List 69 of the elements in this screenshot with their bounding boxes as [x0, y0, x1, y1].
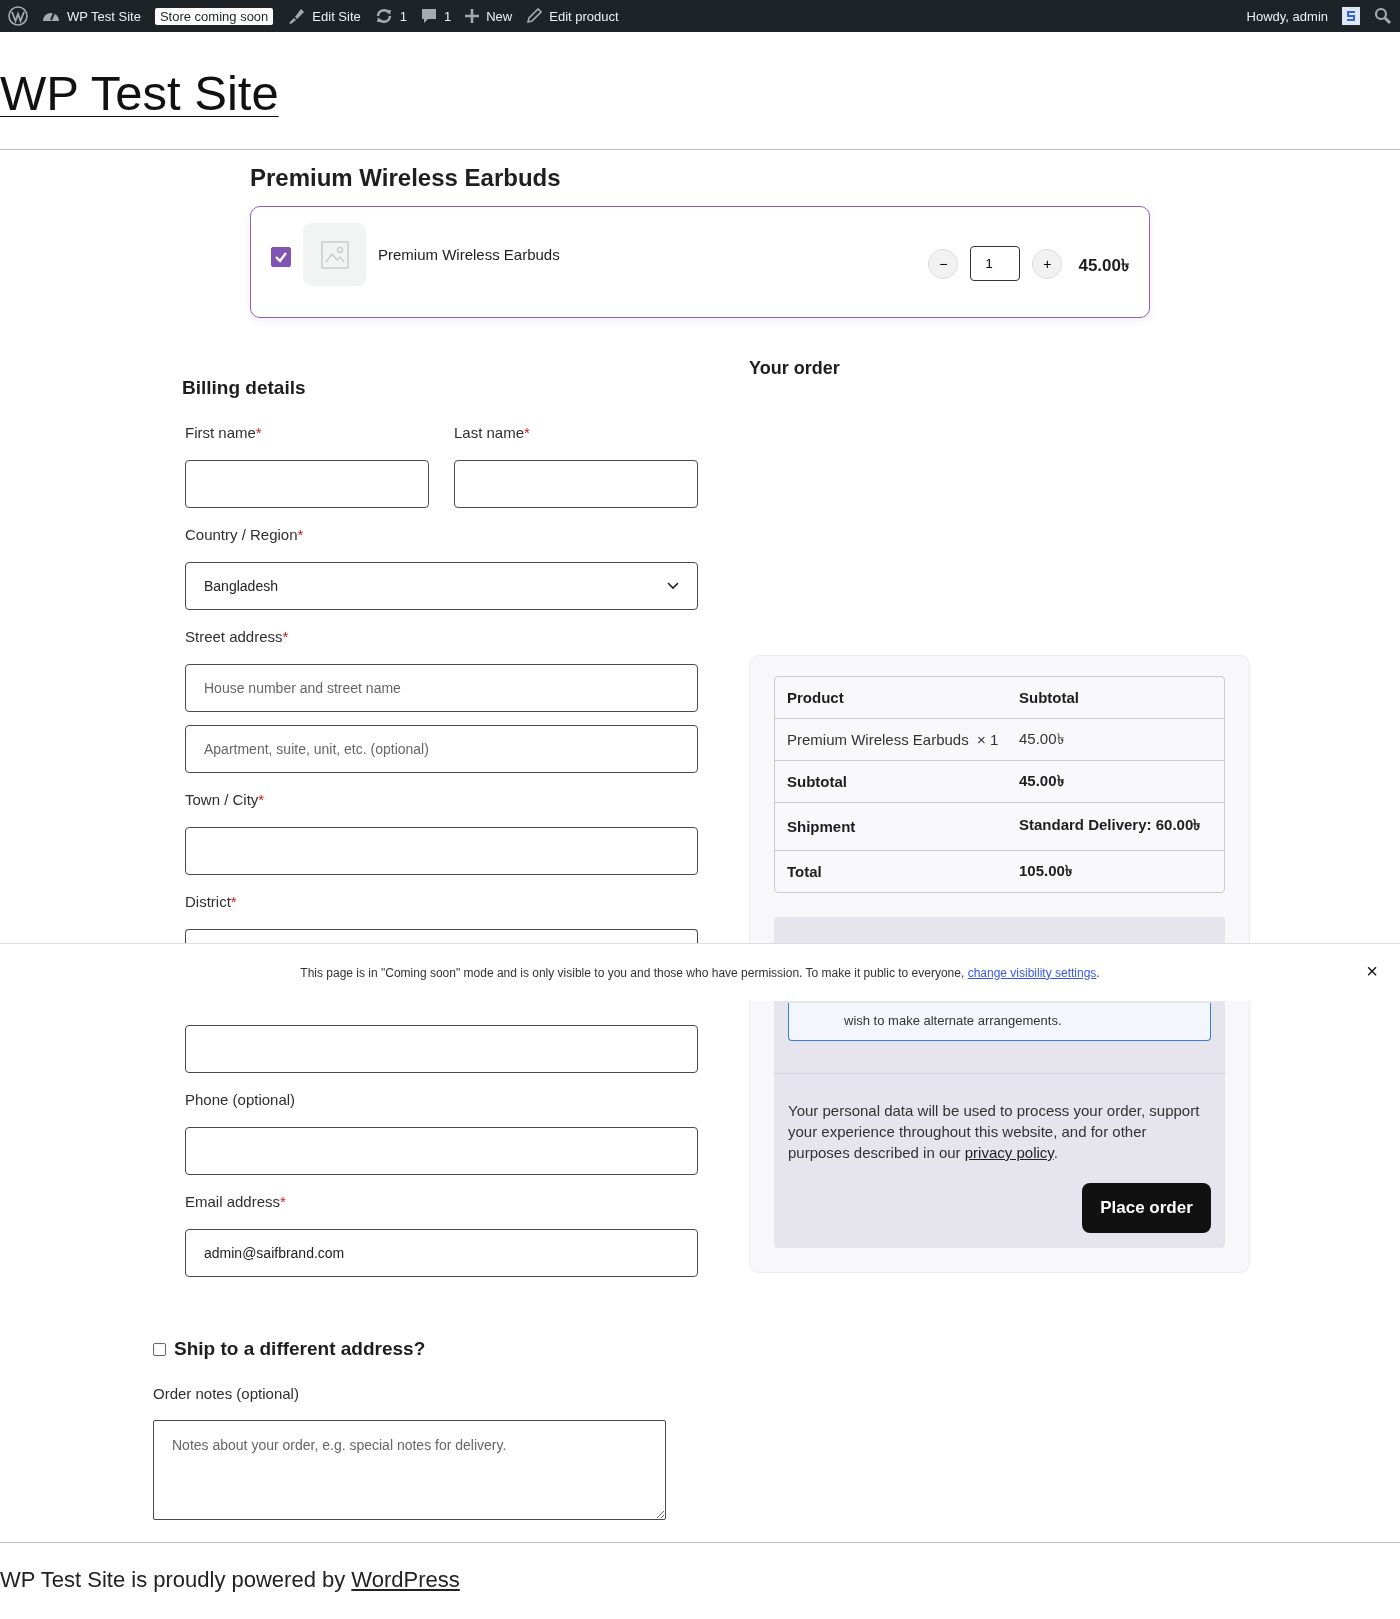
- privacy-notice: Your personal data will be used to process your order, support your experience throughout this website, and for other purposes described in our privacy policy.: [788, 1101, 1201, 1163]
- plus-icon: [465, 9, 480, 23]
- refresh-icon: [374, 7, 393, 25]
- order-notes-field[interactable]: Notes about your order, e.g. special notes for delivery.: [153, 1420, 666, 1520]
- toolbar-item[interactable]: 1: [421, 8, 452, 24]
- table-cell-text: Shipment: [787, 818, 857, 835]
- toolbar-item[interactable]: New: [465, 8, 513, 24]
- input-field[interactable]: [185, 1127, 698, 1175]
- site-title[interactable]: WP Test Site: [0, 64, 279, 121]
- input-field[interactable]: [185, 929, 698, 943]
- input-field[interactable]: Apartment, suite, unit, etc. (optional): [185, 725, 698, 773]
- input-field[interactable]: [185, 1025, 698, 1073]
- field-label: District*: [185, 892, 238, 912]
- input-field[interactable]: admin@saifbrand.com: [185, 1229, 698, 1277]
- field-label: Email address*: [185, 1192, 287, 1212]
- section-heading: Premium Wireless Earbuds: [250, 164, 562, 192]
- checkmark-icon: [274, 250, 288, 264]
- close-button[interactable]: ×: [1362, 960, 1382, 983]
- input-field[interactable]: [185, 827, 698, 875]
- field-label: Country / Region*: [185, 525, 305, 545]
- column-header: Subtotal: [1019, 689, 1080, 706]
- notice-text: This page is in "Coming soon" mode and is only visible to you and those who have permission. To make it public to everyone, change visibility settings.: [300, 965, 1100, 980]
- pencil-icon: [526, 8, 543, 24]
- decrease-button[interactable]: −: [928, 249, 959, 279]
- table-cell-text: Total: [787, 863, 823, 880]
- field-label: Last name*: [454, 423, 531, 443]
- toolbar-item[interactable]: Edit product: [526, 8, 619, 24]
- privacy-policy-link[interactable]: privacy policy: [964, 1144, 1054, 1161]
- field-label: Order notes (optional): [153, 1384, 300, 1404]
- table-cell-text: Premium Wireless Earbuds × 1: [787, 731, 1000, 748]
- store-status-badge[interactable]: Store coming soon: [154, 7, 274, 25]
- toolbar-item[interactable]: 1: [374, 7, 407, 25]
- product-checkbox[interactable]: [271, 247, 291, 267]
- checkbox[interactable]: [153, 1342, 166, 1356]
- toolbar-item[interactable]: Edit Site: [287, 7, 361, 25]
- input-field[interactable]: [454, 460, 698, 508]
- product-name: Premium Wireless Earbuds: [378, 246, 560, 263]
- section-heading: Billing details: [182, 377, 307, 399]
- search-icon[interactable]: [1374, 7, 1392, 25]
- comment-icon: [421, 8, 437, 24]
- input-field[interactable]: House number and street name: [185, 664, 698, 712]
- payment-description: wish to make alternate arrangements.: [844, 1013, 1062, 1028]
- table-cell-text: 45.00৳: [1019, 729, 1065, 749]
- increase-button[interactable]: +: [1032, 249, 1063, 279]
- field-label: First name*: [185, 423, 263, 443]
- table-cell-text: 105.00৳: [1019, 861, 1073, 881]
- column-header: Product: [787, 689, 845, 706]
- wordpress-link[interactable]: WordPress: [351, 1567, 460, 1592]
- field-label: Town / City*: [185, 790, 266, 810]
- chevron-down-icon: [667, 582, 679, 590]
- field-label: Phone (optional): [185, 1090, 297, 1110]
- table-cell-text: 45.00৳: [1019, 771, 1065, 791]
- account-menu[interactable]: Howdy, admin: [1246, 8, 1328, 24]
- place-order-button[interactable]: Place order: [1082, 1183, 1211, 1233]
- brush-icon: [287, 7, 306, 25]
- table-cell-text: Subtotal: [787, 773, 848, 790]
- input-field[interactable]: [185, 460, 429, 508]
- ship-different-address-label[interactable]: Ship to a different address?: [174, 1338, 426, 1360]
- table-cell-text: Standard Delivery: 60.00৳: [1019, 815, 1202, 835]
- quantity-field[interactable]: 1: [970, 246, 1021, 281]
- section-heading: Your order: [749, 358, 841, 379]
- footer-text: WP Test Site is proudly powered by WordPress: [0, 1567, 461, 1593]
- country-select[interactable]: Bangladesh: [185, 562, 698, 610]
- product-price: 45.00৳: [1078, 255, 1129, 277]
- site-link[interactable]: WP Test Site: [42, 8, 141, 24]
- avatar-icon: [1342, 7, 1360, 25]
- image-placeholder-icon: [319, 239, 350, 270]
- field-label: Street address*: [185, 627, 290, 647]
- wordpress-logo-icon[interactable]: [8, 6, 28, 26]
